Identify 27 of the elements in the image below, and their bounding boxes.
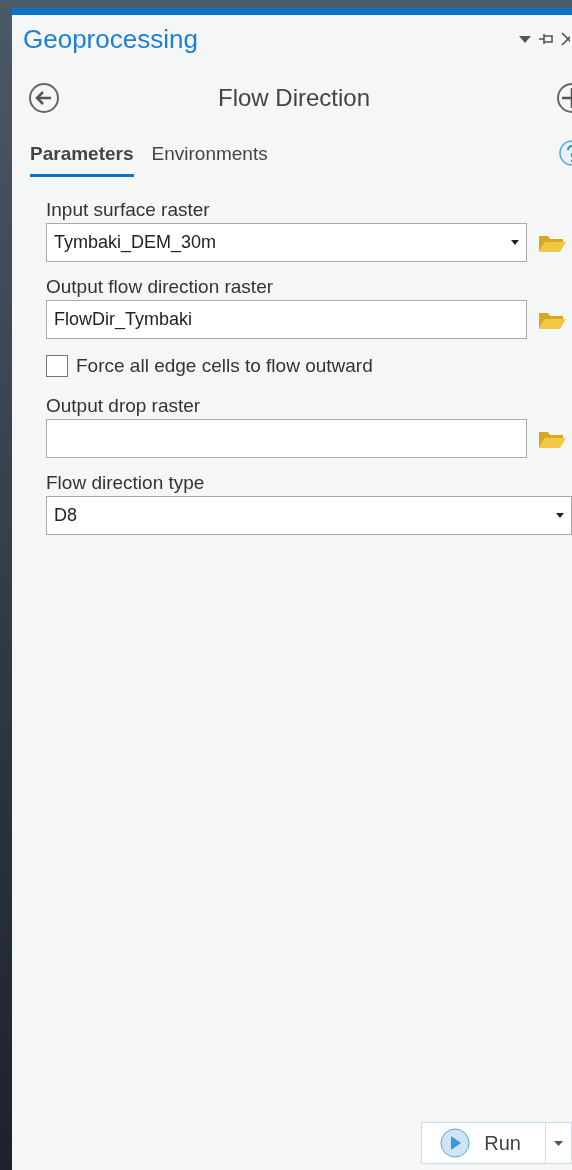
input-field[interactable] xyxy=(46,419,527,458)
dropdown-caret-icon[interactable] xyxy=(519,35,531,43)
field-value: FlowDir_Tymbaki xyxy=(54,308,194,332)
field-label: Output flow direction raster xyxy=(46,275,275,299)
caret-icon xyxy=(556,513,564,518)
checkbox[interactable] xyxy=(46,355,68,377)
back-icon[interactable] xyxy=(28,82,60,114)
field-label: Output drop raster xyxy=(46,394,202,418)
caret-icon[interactable] xyxy=(554,1140,563,1146)
field-value: Tymbaki_DEM_30m xyxy=(54,231,218,255)
input-field[interactable]: FlowDir_Tymbaki xyxy=(46,300,527,339)
dropdown-field[interactable]: D8 xyxy=(46,496,572,535)
field-label: Flow direction type xyxy=(46,471,206,495)
field-value: D8 xyxy=(54,504,78,527)
play-icon xyxy=(440,1128,471,1158)
close-icon[interactable] xyxy=(561,32,570,46)
pin-icon[interactable] xyxy=(539,33,553,45)
tab[interactable]: Parameters xyxy=(30,139,134,177)
add-icon[interactable] xyxy=(556,82,572,114)
tab[interactable]: Environments xyxy=(151,139,268,177)
help-icon[interactable] xyxy=(558,139,572,167)
dropdown-field[interactable]: Tymbaki_DEM_30m xyxy=(46,223,527,262)
tool-title: Flow Direction xyxy=(216,83,371,113)
field-label: Input surface raster xyxy=(46,198,211,222)
pane-title: Geoprocessing xyxy=(23,22,199,56)
checkbox-label: Force all edge cells to flow outward xyxy=(76,353,373,378)
caret-icon xyxy=(511,240,519,245)
